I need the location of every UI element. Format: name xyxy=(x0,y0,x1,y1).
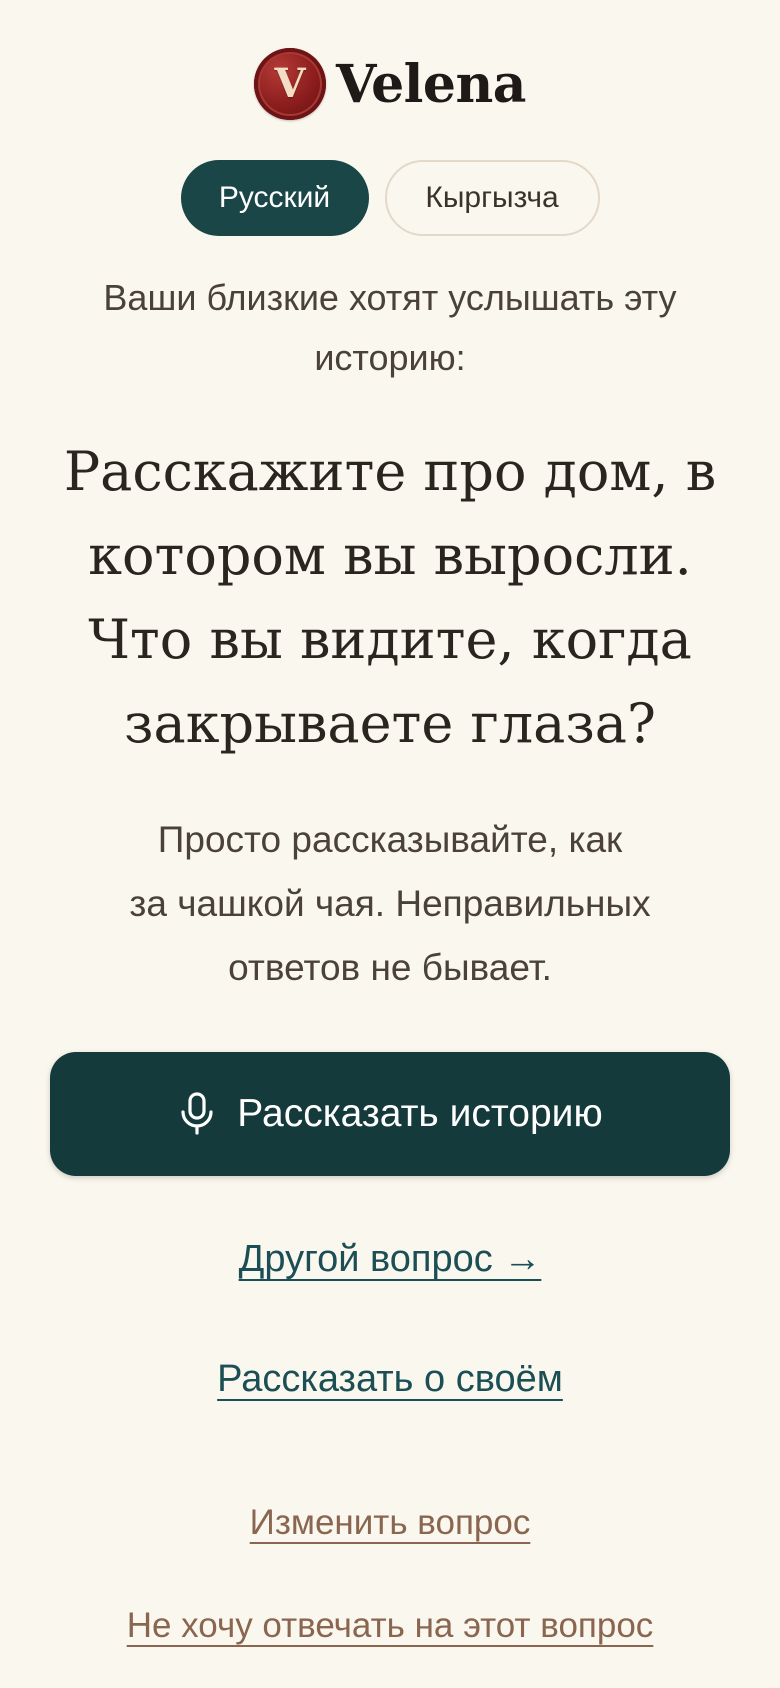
record-story-label: Рассказать историю xyxy=(237,1092,603,1135)
change-question-label: Изменить вопрос xyxy=(249,1503,531,1542)
microphone-icon xyxy=(177,1090,217,1138)
language-russian-button[interactable]: Русский xyxy=(180,160,369,236)
reassurance-line: за чашкой чая. Неправильных xyxy=(129,883,651,924)
seal-letter: V xyxy=(274,60,306,107)
reassurance-line: Просто рассказывайте, как xyxy=(157,819,623,860)
another-question-link[interactable]: Другой вопрос → xyxy=(0,1238,780,1281)
another-question-label: Другой вопрос → xyxy=(238,1238,542,1280)
change-question-link[interactable]: Изменить вопрос xyxy=(0,1503,780,1543)
tell-own-story-link[interactable]: Рассказать о своём xyxy=(0,1358,780,1401)
reassurance-text: Просто рассказывайте, как за чашкой чая.… xyxy=(60,808,720,1000)
brand-name: Velena xyxy=(336,53,527,115)
story-question: Расскажите про дом, в котором вы выросли… xyxy=(63,440,717,755)
reassurance-line: ответов не бывает. xyxy=(228,947,552,988)
tell-own-story-label: Рассказать о своём xyxy=(217,1358,563,1400)
record-story-button[interactable]: Рассказать историю xyxy=(50,1052,730,1176)
language-kyrgyz-button[interactable]: Кыргызча xyxy=(384,160,600,236)
wax-seal-logo-icon: V xyxy=(254,48,326,120)
skip-question-label: Не хочу отвечать на этот вопрос xyxy=(126,1606,654,1645)
brand-header: V Velena xyxy=(0,48,780,120)
skip-question-link[interactable]: Не хочу отвечать на этот вопрос xyxy=(0,1606,780,1646)
intro-text: Ваши близкие хотят услышать эту историю: xyxy=(103,277,677,378)
language-switcher: Русский Кыргызча xyxy=(0,160,780,236)
